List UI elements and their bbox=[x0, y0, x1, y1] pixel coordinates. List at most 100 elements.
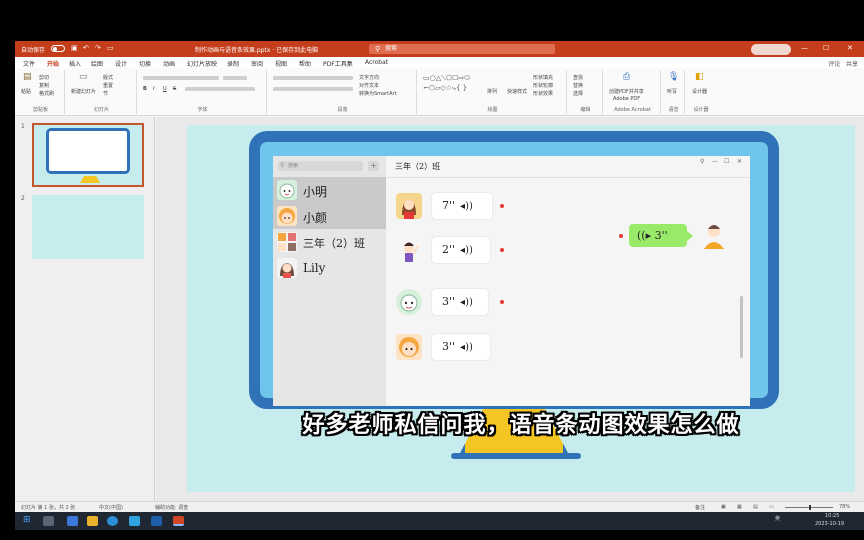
outgoing-voice-bubble[interactable]: ((▸ 3'' bbox=[629, 224, 693, 247]
replace-label[interactable]: 替换 bbox=[573, 82, 583, 89]
align-tools[interactable] bbox=[273, 87, 353, 91]
contact-item-lily[interactable]: Lily bbox=[273, 255, 386, 281]
reset-label[interactable]: 重置 bbox=[103, 82, 113, 89]
zoom-level[interactable]: 78% bbox=[839, 504, 850, 510]
chat-close-button[interactable]: ✕ bbox=[737, 158, 742, 165]
tab-review[interactable]: 审阅 bbox=[251, 59, 263, 68]
reading-view-icon[interactable]: ▤ bbox=[753, 504, 758, 510]
align-text-label[interactable]: 对齐文本 bbox=[359, 82, 379, 89]
add-contact-button[interactable]: + bbox=[368, 161, 379, 171]
tab-help[interactable]: 帮助 bbox=[299, 59, 311, 68]
notes-button[interactable]: 备注 bbox=[695, 504, 705, 511]
shapes-gallery[interactable]: ▭○△⟍⬠☐⇨⬭ bbox=[423, 74, 470, 83]
autosave-toggle[interactable] bbox=[51, 45, 65, 52]
slide-thumbnail-1[interactable] bbox=[32, 123, 144, 187]
section-label[interactable]: 节 bbox=[103, 90, 108, 97]
pdf-share-icon[interactable]: ⎙ bbox=[623, 72, 630, 82]
chat-maximize-button[interactable]: ☐ bbox=[724, 158, 729, 165]
share-button[interactable]: 共享 bbox=[846, 61, 858, 68]
sorter-view-icon[interactable]: ▦ bbox=[737, 504, 742, 510]
undo-icon[interactable]: ↶ bbox=[83, 44, 89, 52]
tab-animations[interactable]: 动画 bbox=[163, 59, 175, 68]
tab-insert[interactable]: 插入 bbox=[69, 59, 81, 68]
normal-view-icon[interactable]: ▣ bbox=[721, 504, 726, 510]
edge-browser-icon[interactable] bbox=[107, 516, 118, 526]
maximize-button[interactable]: ☐ bbox=[823, 44, 829, 52]
app-icon[interactable] bbox=[151, 516, 162, 526]
italic-button[interactable]: I bbox=[153, 86, 154, 92]
minimize-button[interactable]: — bbox=[801, 44, 808, 52]
redo-icon[interactable]: ↷ bbox=[95, 44, 101, 52]
quick-styles-label[interactable]: 快速样式 bbox=[507, 88, 527, 95]
tab-pdf-tools[interactable]: PDF工具集 bbox=[323, 59, 353, 68]
ime-indicator[interactable]: 英 bbox=[775, 515, 780, 522]
strike-button[interactable]: S bbox=[173, 86, 176, 92]
designer-label[interactable]: 设计器 bbox=[692, 88, 707, 95]
windows-start-icon[interactable]: ⊞ bbox=[23, 515, 34, 525]
underline-button[interactable]: U bbox=[163, 86, 167, 92]
user-account[interactable] bbox=[751, 44, 791, 55]
cut-label[interactable]: 剪切 bbox=[39, 74, 49, 81]
list-tools[interactable] bbox=[273, 76, 353, 80]
microphone-icon[interactable]: 🎙 bbox=[668, 72, 679, 82]
bold-button[interactable]: B bbox=[143, 86, 147, 92]
voice-bubble[interactable]: 3'' ◂)) bbox=[432, 289, 488, 315]
slideshow-view-icon[interactable]: ▭ bbox=[769, 504, 774, 510]
tab-slideshow[interactable]: 幻灯片放映 bbox=[187, 59, 217, 68]
create-pdf-label[interactable]: 创建PDF并共享 bbox=[609, 88, 644, 95]
app-icon[interactable] bbox=[67, 516, 78, 526]
comments-button[interactable]: 评论 bbox=[828, 61, 840, 68]
select-label[interactable]: 选择 bbox=[573, 90, 583, 97]
tab-view[interactable]: 视图 bbox=[275, 59, 287, 68]
zoom-slider-handle[interactable] bbox=[809, 505, 811, 510]
copy-label[interactable]: 复制 bbox=[39, 82, 49, 89]
chat-minimize-button[interactable]: — bbox=[712, 158, 718, 165]
contact-item-xiaoming[interactable]: 小明 bbox=[273, 177, 386, 203]
tab-acrobat[interactable]: Acrobat bbox=[365, 59, 388, 66]
tab-draw[interactable]: 绘图 bbox=[91, 59, 103, 68]
voice-bubble[interactable]: 3'' ◂)) bbox=[432, 334, 490, 360]
new-slide-label[interactable]: 新建幻灯片 bbox=[71, 88, 96, 95]
search-input[interactable]: ⚲ 搜索 bbox=[369, 44, 555, 54]
powerpoint-taskbar-icon[interactable] bbox=[173, 516, 184, 526]
pin-icon[interactable]: ⚲ bbox=[700, 158, 704, 165]
contact-search-input[interactable]: ⚲ 搜索 bbox=[278, 161, 363, 171]
shape-effects-label[interactable]: 形状效果 bbox=[533, 90, 553, 97]
tab-design[interactable]: 设计 bbox=[115, 59, 127, 68]
slide-thumbnail-2[interactable] bbox=[32, 195, 144, 259]
slide-canvas[interactable]: ⚲ 搜索 + 小明 小颜 三年（2）班 Lily 三年（2）班 ⚲ — ☐ ✕ … bbox=[187, 125, 855, 492]
todo-icon[interactable] bbox=[129, 516, 140, 526]
clock-date[interactable]: 2023-10-19 bbox=[815, 521, 844, 527]
designer-icon[interactable]: ◧ bbox=[695, 72, 704, 82]
tab-transitions[interactable]: 切换 bbox=[139, 59, 151, 68]
find-label[interactable]: 查找 bbox=[573, 74, 583, 81]
tab-file[interactable]: 文件 bbox=[23, 59, 35, 68]
paste-icon[interactable]: ▤ bbox=[23, 72, 32, 82]
language-indicator[interactable]: 中文(中国) bbox=[99, 504, 123, 511]
dictate-label[interactable]: 听写 bbox=[667, 88, 677, 95]
tab-record[interactable]: 录制 bbox=[227, 59, 239, 68]
voice-bubble[interactable]: 7'' ◂)) bbox=[432, 193, 492, 219]
font-family-select[interactable] bbox=[143, 76, 219, 80]
conversation-scrollbar[interactable] bbox=[740, 296, 743, 358]
accessibility-status[interactable]: 辅助功能: 调查 bbox=[155, 504, 188, 511]
file-explorer-icon[interactable] bbox=[87, 516, 98, 526]
layout-label[interactable]: 版式 bbox=[103, 74, 113, 81]
paste-label[interactable]: 粘贴 bbox=[21, 88, 31, 95]
font-size-select[interactable] bbox=[223, 76, 247, 80]
task-view-icon[interactable] bbox=[43, 516, 54, 526]
font-tools[interactable] bbox=[185, 87, 255, 91]
shapes-gallery-row2[interactable]: ⌐⬡▱◇☆⤷{ } bbox=[423, 84, 467, 93]
save-icon[interactable]: ▣ bbox=[71, 44, 78, 52]
arrange-label[interactable]: 排列 bbox=[487, 88, 497, 95]
shape-outline-label[interactable]: 形状轮廓 bbox=[533, 82, 553, 89]
smartart-label[interactable]: 转换为SmartArt bbox=[359, 90, 397, 97]
present-icon[interactable]: ▭ bbox=[107, 44, 114, 52]
contact-item-xiaoyan[interactable]: 小颜 bbox=[273, 203, 386, 229]
format-painter-label[interactable]: 格式刷 bbox=[39, 90, 54, 97]
new-slide-icon[interactable]: ▭ bbox=[79, 72, 88, 82]
contact-item-class-group[interactable]: 三年（2）班 bbox=[273, 229, 386, 255]
voice-bubble[interactable]: 2'' ◂)) bbox=[432, 237, 490, 263]
clock-time[interactable]: 10:25 bbox=[825, 513, 839, 519]
text-direction-label[interactable]: 文字方向 bbox=[359, 74, 379, 81]
